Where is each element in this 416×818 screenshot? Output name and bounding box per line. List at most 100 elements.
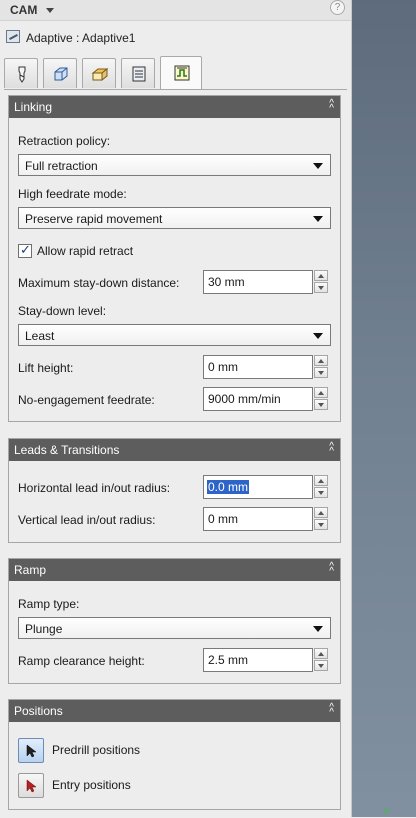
arrow-down-icon	[318, 491, 324, 495]
heights-icon	[91, 67, 109, 82]
leads-section: Leads & Transitions ^ ^ Horizontal lead i…	[8, 438, 341, 543]
linking-icon	[174, 65, 190, 81]
spin-up-button[interactable]	[314, 648, 328, 659]
linking-title: Linking	[14, 100, 53, 114]
geometry-icon	[54, 67, 68, 81]
ramp-clearance-input[interactable]: 2.5 mm	[203, 648, 313, 672]
passes-icon	[132, 66, 146, 82]
high-feedrate-label: High feedrate mode:	[18, 187, 127, 201]
retraction-policy-label: Retraction policy:	[18, 134, 111, 148]
linking-header[interactable]: Linking ^ ^	[9, 96, 340, 118]
max-staydown-input[interactable]: 30 mm	[203, 270, 313, 294]
entry-positions-label[interactable]: Entry positions	[52, 778, 131, 792]
checkmark-icon: ✓	[20, 242, 31, 257]
tab-linking[interactable]	[160, 56, 202, 90]
panel-titlebar: CAM ?	[0, 0, 351, 21]
horizontal-lead-spinner[interactable]	[314, 475, 328, 499]
leads-title: Leads & Transitions	[14, 443, 120, 457]
spin-down-button[interactable]	[314, 487, 328, 498]
allow-rapid-retract-label[interactable]: Allow rapid retract	[37, 244, 133, 258]
collapse-icon[interactable]: ^ ^	[329, 562, 334, 577]
high-feedrate-dropdown[interactable]: Preserve rapid movement	[18, 207, 331, 229]
leads-header[interactable]: Leads & Transitions ^ ^	[9, 439, 340, 461]
spin-down-button[interactable]	[314, 660, 328, 671]
collapse-icon[interactable]: ^ ^	[329, 99, 334, 114]
help-icon[interactable]: ?	[330, 0, 345, 15]
spin-up-button[interactable]	[314, 270, 328, 281]
operation-tabs	[4, 56, 349, 90]
lift-height-label: Lift height:	[18, 361, 74, 375]
high-feedrate-value: Preserve rapid movement	[25, 212, 163, 226]
spin-down-button[interactable]	[314, 519, 328, 530]
arrow-down-icon	[318, 664, 324, 668]
spin-up-button[interactable]	[314, 507, 328, 518]
ramp-header[interactable]: Ramp ^ ^	[9, 559, 340, 581]
arrow-up-icon	[318, 391, 324, 395]
horizontal-lead-label: Horizontal lead in/out radius:	[18, 481, 171, 495]
no-engagement-input[interactable]: 9000 mm/min	[203, 387, 313, 411]
predrill-positions-label[interactable]: Predrill positions	[52, 743, 140, 757]
staydown-level-dropdown[interactable]: Least	[18, 324, 331, 346]
spin-up-button[interactable]	[314, 475, 328, 486]
tab-geometry[interactable]	[43, 58, 77, 88]
vertical-lead-label: Vertical lead in/out radius:	[18, 513, 156, 527]
tab-heights[interactable]	[82, 58, 116, 88]
max-staydown-label: Maximum stay-down distance:	[18, 276, 180, 290]
allow-rapid-retract-checkbox[interactable]: ✓	[18, 242, 32, 258]
ramp-section: Ramp ^ ^ Ramp type: Plunge Ramp clearance…	[8, 558, 341, 684]
retraction-policy-dropdown[interactable]: Full retraction	[18, 154, 331, 176]
arrow-up-icon	[318, 652, 324, 656]
tab-passes[interactable]	[121, 58, 155, 88]
arrow-up-icon	[318, 359, 324, 363]
spin-down-button[interactable]	[314, 399, 328, 410]
ramp-type-value: Plunge	[25, 622, 63, 636]
horizontal-lead-input[interactable]: 0.0 mm	[203, 475, 313, 499]
tab-tool[interactable]	[4, 58, 38, 88]
collapse-icon[interactable]: ^ ^	[329, 442, 334, 457]
ramp-clearance-label: Ramp clearance height:	[18, 654, 145, 668]
ramp-clearance-spinner[interactable]	[314, 648, 328, 672]
positions-section: Positions ^ ^ Predrill positions Entry po…	[8, 699, 341, 810]
adaptive-operation-icon	[6, 30, 20, 43]
no-engagement-value: 9000 mm/min	[208, 392, 281, 406]
max-staydown-value: 30 mm	[208, 275, 245, 289]
lift-height-input[interactable]: 0 mm	[203, 355, 313, 379]
lift-height-value: 0 mm	[208, 360, 238, 374]
linking-section: Linking ^ ^ Retraction policy: Full retra…	[8, 95, 341, 422]
vertical-lead-input[interactable]: 0 mm	[203, 507, 313, 531]
cursor-arrow-icon	[26, 744, 37, 758]
spin-up-button[interactable]	[314, 387, 328, 398]
predrill-positions-button[interactable]	[18, 738, 44, 763]
vertical-lead-spinner[interactable]	[314, 507, 328, 531]
no-engagement-spinner[interactable]	[314, 387, 328, 411]
chevron-down-icon[interactable]	[46, 8, 54, 13]
ramp-type-label: Ramp type:	[18, 597, 80, 611]
ramp-type-dropdown[interactable]: Plunge	[18, 617, 331, 639]
chevron-down-icon	[313, 216, 323, 222]
arrow-down-icon	[318, 371, 324, 375]
spin-down-button[interactable]	[314, 282, 328, 293]
chevron-down-icon	[313, 333, 323, 339]
max-staydown-spinner[interactable]	[314, 270, 328, 294]
3d-viewport[interactable]	[352, 0, 416, 817]
positions-header[interactable]: Positions ^ ^	[9, 700, 340, 722]
chevron-down-icon	[313, 626, 323, 632]
vertical-lead-value: 0 mm	[208, 512, 238, 526]
chevron-down-icon	[313, 163, 323, 169]
arrow-down-icon	[318, 286, 324, 290]
lift-height-spinner[interactable]	[314, 355, 328, 379]
arrow-up-icon	[318, 479, 324, 483]
retraction-policy-value: Full retraction	[25, 159, 98, 173]
spin-down-button[interactable]	[314, 367, 328, 378]
ramp-title: Ramp	[14, 563, 47, 577]
arrow-down-icon	[318, 403, 324, 407]
collapse-icon[interactable]: ^ ^	[329, 703, 334, 718]
arrow-up-icon	[318, 274, 324, 278]
tool-icon	[18, 66, 26, 83]
cursor-arrow-icon	[26, 779, 37, 793]
panel-title[interactable]: CAM	[10, 3, 37, 17]
spin-up-button[interactable]	[314, 355, 328, 366]
entry-positions-button[interactable]	[18, 773, 44, 798]
tab-divider	[4, 89, 347, 90]
arrow-down-icon	[318, 523, 324, 527]
